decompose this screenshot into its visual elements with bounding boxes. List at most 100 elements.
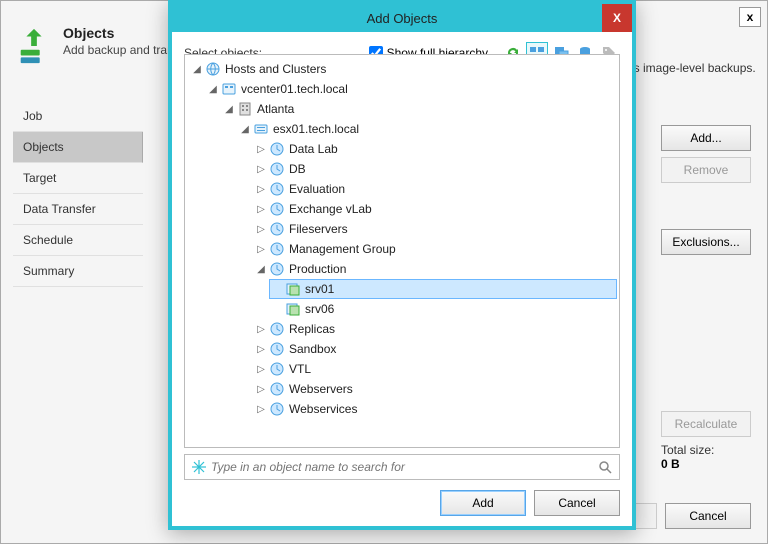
tree-node-datacenter[interactable]: ◢ Atlanta	[221, 99, 617, 119]
tree-label: Data Lab	[289, 142, 338, 156]
add-objects-dialog: Add Objects X Select objects: Show full …	[168, 0, 636, 530]
expander-icon[interactable]: ▷	[255, 343, 267, 355]
resourcepool-icon	[269, 381, 285, 397]
tree-node-folder[interactable]: ▷ Sandbox	[253, 339, 617, 359]
total-size-label: Total size:	[661, 443, 751, 457]
tree-label: VTL	[289, 362, 311, 376]
resourcepool-icon	[269, 201, 285, 217]
resourcepool-icon	[269, 321, 285, 337]
expander-icon[interactable]: ▷	[255, 203, 267, 215]
expander-icon[interactable]: ◢	[223, 103, 235, 115]
wizard-sidebar: Job Objects Target Data Transfer Schedul…	[13, 101, 143, 287]
exclusions-button[interactable]: Exclusions...	[661, 229, 751, 255]
tree-node-host[interactable]: ◢ esx01.tech.local	[237, 119, 617, 139]
dialog-close-button[interactable]: X	[602, 4, 632, 32]
expander-icon[interactable]: ◢	[207, 83, 219, 95]
sidebar-item-objects[interactable]: Objects	[13, 132, 143, 163]
right-panel: ess image-level backups. Add... Remove E…	[661, 61, 751, 471]
dialog-button-bar: Add Cancel	[440, 490, 620, 516]
tree-node-folder[interactable]: ▷ Exchange vLab	[253, 199, 617, 219]
datacenter-icon	[237, 101, 253, 117]
tree-label: Hosts and Clusters	[225, 62, 326, 76]
cancel-button[interactable]: Cancel	[665, 503, 751, 529]
sidebar-item-job[interactable]: Job	[13, 101, 143, 132]
expander-icon[interactable]: ▷	[255, 403, 267, 415]
expander-icon[interactable]: ◢	[255, 263, 267, 275]
tree-node-folder-production[interactable]: ◢ Production	[253, 259, 617, 279]
tree-node-folder[interactable]: ▷ Fileservers	[253, 219, 617, 239]
tree-label: Webservices	[289, 402, 357, 416]
tree-label: Sandbox	[289, 342, 336, 356]
right-panel-text-fragment: ess image-level backups.	[621, 61, 751, 75]
tree-label: Management Group	[289, 242, 396, 256]
tree-node-folder[interactable]: ▷ Replicas	[253, 319, 617, 339]
sidebar-item-datatransfer[interactable]: Data Transfer	[13, 194, 143, 225]
expander-icon[interactable]: ▷	[255, 223, 267, 235]
tree-label: Fileservers	[289, 222, 348, 236]
resourcepool-icon	[269, 241, 285, 257]
sidebar-item-summary[interactable]: Summary	[13, 256, 143, 287]
tree-node-folder[interactable]: ▷ Webservices	[253, 399, 617, 419]
expander-icon[interactable]: ▷	[255, 363, 267, 375]
search-icon[interactable]	[597, 459, 613, 475]
expander-icon[interactable]: ▷	[255, 163, 267, 175]
resourcepool-icon	[269, 141, 285, 157]
resourcepool-icon	[269, 181, 285, 197]
tree-node-folder[interactable]: ▷ Webservers	[253, 379, 617, 399]
tree-label: srv06	[305, 302, 334, 316]
sidebar-item-target[interactable]: Target	[13, 163, 143, 194]
resourcepool-icon	[269, 261, 285, 277]
tree-label: Exchange vLab	[289, 202, 372, 216]
tree-node-folder[interactable]: ▷ DB	[253, 159, 617, 179]
expander-icon[interactable]: ▷	[255, 383, 267, 395]
recalculate-button: Recalculate	[661, 411, 751, 437]
dialog-titlebar[interactable]: Add Objects X	[172, 4, 632, 32]
remove-button: Remove	[661, 157, 751, 183]
tree-label: Replicas	[289, 322, 335, 336]
objects-icon	[15, 27, 53, 65]
tree-node-folder[interactable]: ▷ Data Lab	[253, 139, 617, 159]
snowflake-icon	[191, 459, 207, 475]
tree-node-vm-srv06[interactable]: ▷srv06	[269, 299, 617, 319]
tree-label: vcenter01.tech.local	[241, 82, 348, 96]
resourcepool-icon	[269, 221, 285, 237]
search-input[interactable]	[211, 460, 597, 474]
tree-label: DB	[289, 162, 306, 176]
vm-icon	[285, 281, 301, 297]
expander-icon[interactable]: ▷	[255, 183, 267, 195]
vm-icon	[285, 301, 301, 317]
dialog-title: Add Objects	[172, 11, 632, 26]
tree-node-folder[interactable]: ▷ VTL	[253, 359, 617, 379]
expander-icon[interactable]: ◢	[239, 123, 251, 135]
tree-label: srv01	[305, 282, 334, 296]
expander-icon[interactable]: ▷	[255, 243, 267, 255]
tree-node-folder[interactable]: ▷ Management Group	[253, 239, 617, 259]
globe-icon	[205, 61, 221, 77]
tree-label: Evaluation	[289, 182, 345, 196]
resourcepool-icon	[269, 341, 285, 357]
dialog-add-button[interactable]: Add	[440, 490, 526, 516]
expander-icon[interactable]: ◢	[191, 63, 203, 75]
object-tree[interactable]: ◢ Hosts and Clusters ◢ vcenter01.tech.lo…	[184, 54, 620, 448]
sidebar-item-schedule[interactable]: Schedule	[13, 225, 143, 256]
expander-icon[interactable]: ▷	[255, 143, 267, 155]
tree-node-hosts-clusters[interactable]: ◢ Hosts and Clusters	[189, 59, 617, 79]
resourcepool-icon	[269, 401, 285, 417]
host-icon	[253, 121, 269, 137]
wizard-close-button[interactable]: x	[739, 7, 761, 27]
tree-node-vm-srv01[interactable]: ▷srv01	[269, 279, 617, 299]
search-row	[184, 454, 620, 480]
vcenter-icon	[221, 81, 237, 97]
add-button[interactable]: Add...	[661, 125, 751, 151]
tree-label: Atlanta	[257, 102, 294, 116]
tree-node-folder[interactable]: ▷ Evaluation	[253, 179, 617, 199]
dialog-cancel-button[interactable]: Cancel	[534, 490, 620, 516]
tree-node-vcenter[interactable]: ◢ vcenter01.tech.local	[205, 79, 617, 99]
resourcepool-icon	[269, 161, 285, 177]
tree-label: esx01.tech.local	[273, 122, 359, 136]
expander-icon[interactable]: ▷	[255, 323, 267, 335]
resourcepool-icon	[269, 361, 285, 377]
tree-label: Webservers	[289, 382, 353, 396]
total-size-value: 0 B	[661, 457, 751, 471]
tree-label: Production	[289, 262, 346, 276]
